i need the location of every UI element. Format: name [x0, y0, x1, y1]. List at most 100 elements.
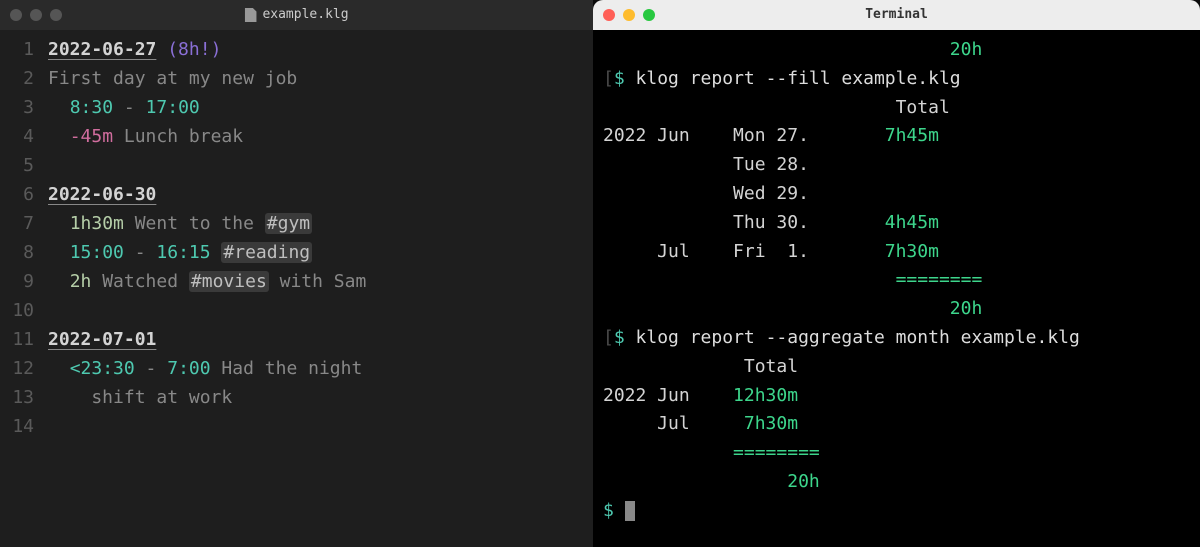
line-number: 9 [0, 268, 34, 297]
code-token: 2022-07-01 [48, 329, 156, 350]
code-line[interactable] [48, 413, 593, 442]
terminal-command: klog report --fill example.klg [636, 68, 961, 89]
code-token: First day at my new job [48, 68, 297, 89]
prompt-bracket: [ [603, 327, 614, 348]
close-icon[interactable] [10, 9, 22, 21]
line-number: 2 [0, 65, 34, 94]
code-line[interactable]: -45m Lunch break [48, 123, 593, 152]
terminal-line: 20h [603, 36, 1190, 65]
code-token [48, 97, 70, 118]
editor-titlebar: example.klg [0, 0, 593, 30]
code-token [48, 358, 70, 379]
report-total: 20h [603, 39, 982, 60]
code-token: #gym [265, 213, 312, 234]
terminal-line: 2022 Jun Mon 27. 7h45m [603, 122, 1190, 151]
code-line[interactable]: First day at my new job [48, 65, 593, 94]
line-number: 14 [0, 413, 34, 442]
code-token: 1h30m [70, 213, 124, 234]
terminal-line: Total [603, 94, 1190, 123]
report-value: 7h30m [852, 241, 939, 262]
code-token: Lunch break [113, 126, 243, 147]
close-icon[interactable] [603, 9, 615, 21]
code-token: 17:00 [146, 97, 200, 118]
prompt-symbol: $ [614, 327, 636, 348]
code-token: shift at work [48, 387, 232, 408]
cursor-icon [625, 501, 635, 521]
code-line[interactable]: <23:30 - 7:00 Had the night [48, 355, 593, 384]
code-token: 2022-06-27 [48, 39, 156, 60]
terminal-line[interactable]: [$ klog report --fill example.klg [603, 65, 1190, 94]
terminal-command: klog report --aggregate month example.kl… [636, 327, 1080, 348]
zoom-icon[interactable] [50, 9, 62, 21]
code-line[interactable]: 2022-06-30 [48, 181, 593, 210]
code-token: -45m [70, 126, 113, 147]
code-token: - [124, 242, 157, 263]
line-number: 12 [0, 355, 34, 384]
minimize-icon[interactable] [623, 9, 635, 21]
terminal-line: ======== [603, 439, 1190, 468]
line-number-gutter: 1234567891011121314 [0, 36, 48, 547]
terminal-text: Wed 29. [603, 183, 809, 204]
terminal-text: Jul [603, 413, 733, 434]
code-token: Watched [91, 271, 189, 292]
traffic-lights [10, 9, 62, 21]
code-line[interactable]: 2022-07-01 [48, 326, 593, 355]
code-token: - [135, 358, 168, 379]
code-line[interactable]: 2h Watched #movies with Sam [48, 268, 593, 297]
code-line[interactable]: 1h30m Went to the #gym [48, 210, 593, 239]
terminal-line: 20h [603, 468, 1190, 497]
editor-filename: example.klg [262, 5, 348, 26]
code-token: <23:30 [70, 358, 135, 379]
code-token: 2h [70, 271, 92, 292]
line-number: 10 [0, 297, 34, 326]
terminal-line: 20h [603, 295, 1190, 324]
line-number: 8 [0, 239, 34, 268]
code-line[interactable]: 8:30 - 17:00 [48, 94, 593, 123]
terminal-text: Tue 28. [603, 154, 809, 175]
editor-window: example.klg 1234567891011121314 2022-06-… [0, 0, 593, 547]
code-token: #reading [221, 242, 312, 263]
report-value: 7h45m [852, 125, 939, 146]
terminal-body[interactable]: 20h[$ klog report --fill example.klg Tot… [593, 30, 1200, 547]
line-number: 7 [0, 210, 34, 239]
code-token: 16:15 [156, 242, 210, 263]
code-token: Had the night [211, 358, 363, 379]
terminal-titlebar: Terminal [593, 0, 1200, 30]
code-token [48, 213, 70, 234]
code-token: (8h!) [167, 39, 221, 60]
code-token: 15:00 [70, 242, 124, 263]
terminal-text: 2022 Jun [603, 385, 733, 406]
terminal-line[interactable]: $ [603, 497, 1190, 526]
terminal-line: Thu 30. 4h45m [603, 209, 1190, 238]
file-icon [244, 8, 256, 22]
code-line[interactable] [48, 297, 593, 326]
terminal-line[interactable]: [$ klog report --aggregate month example… [603, 324, 1190, 353]
terminal-text: Thu 30. [603, 212, 852, 233]
terminal-line: 2022 Jun 12h30m [603, 382, 1190, 411]
report-value: 12h30m [733, 385, 798, 406]
zoom-icon[interactable] [643, 9, 655, 21]
terminal-line: ======== [603, 266, 1190, 295]
code-line[interactable]: 2022-06-27 (8h!) [48, 36, 593, 65]
editor-body[interactable]: 1234567891011121314 2022-06-27 (8h!) Firs… [0, 30, 593, 547]
line-number: 5 [0, 152, 34, 181]
editor-title: example.klg [244, 5, 348, 26]
prompt-symbol: $ [603, 500, 625, 521]
traffic-lights [603, 9, 655, 21]
report-total: 20h [603, 471, 820, 492]
code-line[interactable]: 15:00 - 16:15 #reading [48, 239, 593, 268]
code-token [48, 242, 70, 263]
code-token: - [113, 97, 146, 118]
code-token: #movies [189, 271, 269, 292]
line-number: 4 [0, 123, 34, 152]
code-token [48, 271, 70, 292]
prompt-symbol: $ [614, 68, 636, 89]
code-line[interactable]: shift at work [48, 384, 593, 413]
code-line[interactable] [48, 152, 593, 181]
code-token: 2022-06-30 [48, 184, 156, 205]
minimize-icon[interactable] [30, 9, 42, 21]
code-area[interactable]: 2022-06-27 (8h!)First day at my new job … [48, 36, 593, 547]
terminal-window: Terminal 20h[$ klog report --fill exampl… [593, 0, 1200, 547]
terminal-text: Jul Fri 1. [603, 241, 852, 262]
code-token [156, 39, 167, 60]
